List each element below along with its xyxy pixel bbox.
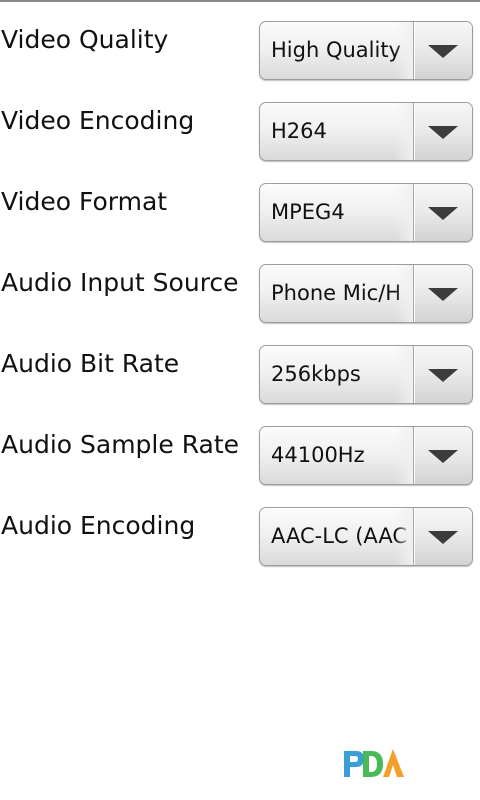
setting-row-video-format: Video Format MPEG4 (0, 172, 480, 253)
audio-bit-rate-value: 256kbps (271, 346, 413, 403)
chevron-down-icon (428, 530, 458, 544)
audio-sample-rate-value: 44100Hz (271, 427, 413, 484)
chevron-down-icon (428, 206, 458, 220)
chevron-down-icon (428, 449, 458, 463)
setting-label-video-encoding: Video Encoding (1, 106, 195, 135)
chevron-down-icon (428, 44, 458, 58)
setting-row-audio-bit-rate: Audio Bit Rate 256kbps (0, 334, 480, 415)
audio-sample-rate-dropdown[interactable]: 44100Hz (259, 426, 473, 485)
video-encoding-value: H264 (271, 103, 413, 160)
video-encoding-dropdown[interactable]: H264 (259, 102, 473, 161)
setting-label-video-quality: Video Quality (1, 25, 169, 54)
setting-row-audio-sample-rate: Audio Sample Rate 44100Hz (0, 415, 480, 496)
audio-encoding-dropdown[interactable]: AAC-LC (AAC (259, 507, 473, 566)
setting-label-audio-bit-rate: Audio Bit Rate (1, 349, 180, 378)
audio-input-source-dropdown[interactable]: Phone Mic/H (259, 264, 473, 323)
audio-input-source-value: Phone Mic/H (271, 265, 413, 322)
video-format-value: MPEG4 (271, 184, 413, 241)
setting-label-audio-encoding: Audio Encoding (1, 511, 196, 540)
chevron-down-icon (428, 368, 458, 382)
video-quality-dropdown[interactable]: High Quality (259, 21, 473, 80)
setting-row-video-encoding: Video Encoding H264 (0, 91, 480, 172)
chevron-down-icon (428, 287, 458, 301)
setting-label-audio-sample-rate: Audio Sample Rate (1, 430, 240, 459)
logo-blue-mark (344, 751, 364, 777)
video-quality-dropdown-button[interactable] (413, 22, 472, 79)
audio-input-source-dropdown-button[interactable] (413, 265, 472, 322)
top-divider (0, 0, 480, 2)
video-encoding-dropdown-button[interactable] (413, 103, 472, 160)
audio-bit-rate-dropdown-button[interactable] (413, 346, 472, 403)
setting-row-video-quality: Video Quality High Quality (0, 10, 480, 91)
pda-logo-icon (344, 749, 404, 777)
audio-encoding-value: AAC-LC (AAC (271, 508, 413, 565)
video-quality-value: High Quality (271, 22, 413, 79)
setting-label-video-format: Video Format (1, 187, 168, 216)
audio-sample-rate-dropdown-button[interactable] (413, 427, 472, 484)
setting-label-audio-input-source: Audio Input Source (1, 268, 239, 297)
video-format-dropdown[interactable]: MPEG4 (259, 183, 473, 242)
audio-encoding-dropdown-button[interactable] (413, 508, 472, 565)
chevron-down-icon (428, 125, 458, 139)
setting-row-audio-encoding: Audio Encoding AAC-LC (AAC (0, 496, 480, 577)
video-format-dropdown-button[interactable] (413, 184, 472, 241)
audio-bit-rate-dropdown[interactable]: 256kbps (259, 345, 473, 404)
setting-row-audio-input-source: Audio Input Source Phone Mic/H (0, 253, 480, 334)
logo-green-mark (363, 751, 383, 777)
logo-orange-mark (383, 749, 404, 777)
